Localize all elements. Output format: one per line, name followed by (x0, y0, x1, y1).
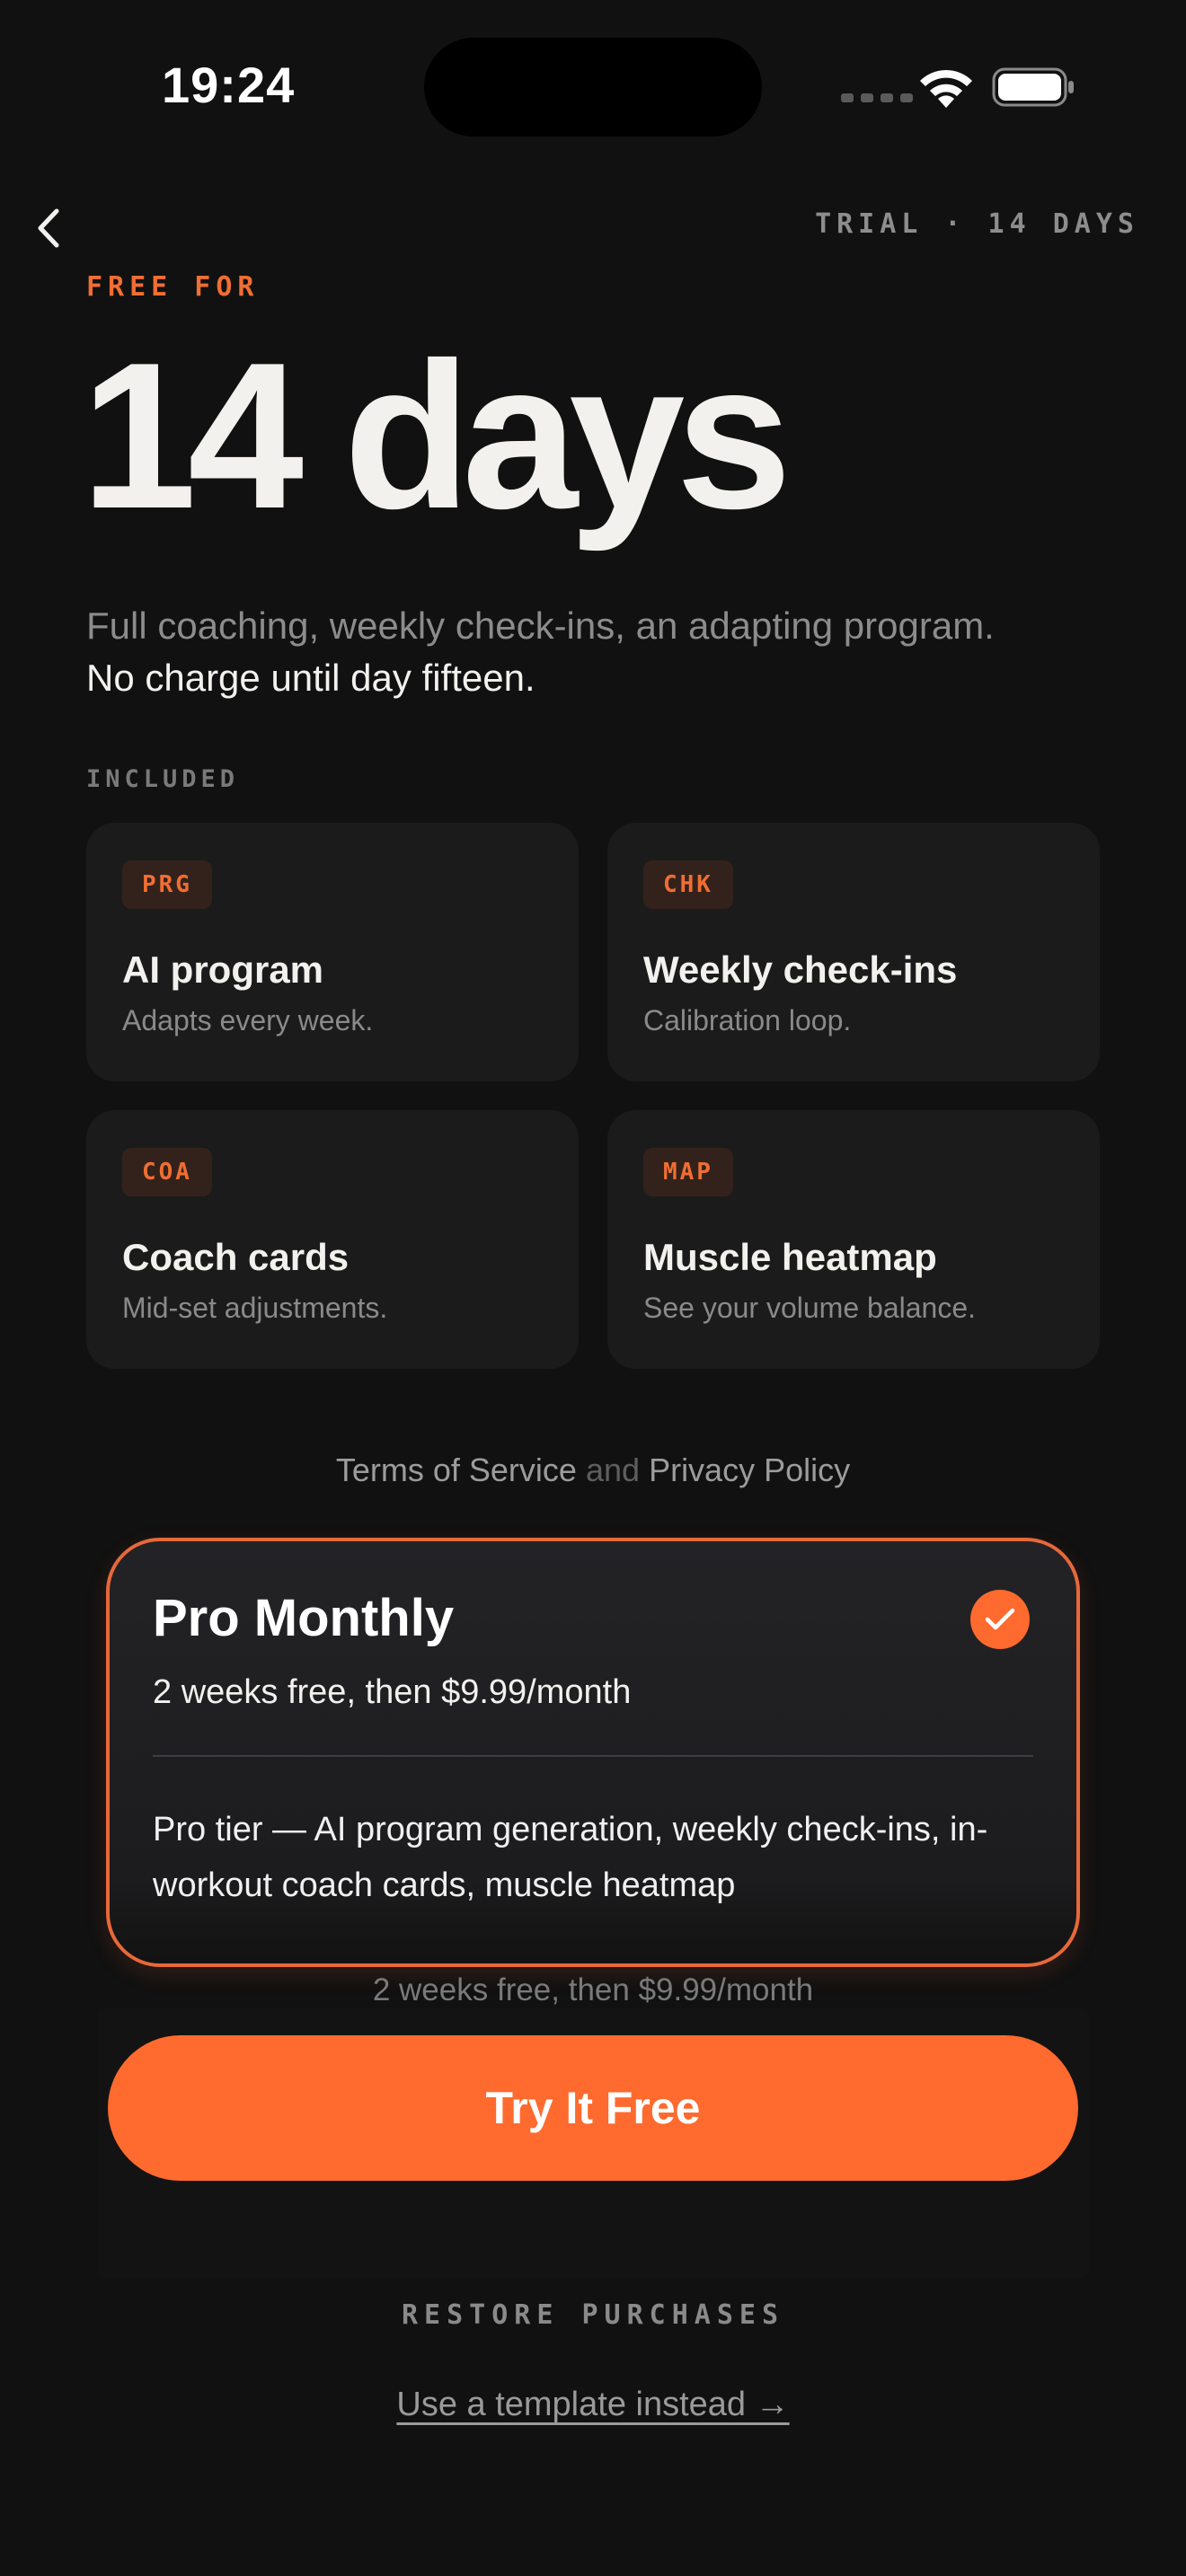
battery-icon (992, 67, 1074, 107)
restore-purchases-button[interactable]: RESTORE PURCHASES (0, 2299, 1186, 2331)
page-title: 14 days (81, 320, 792, 552)
chevron-left-icon (38, 208, 59, 248)
feature-title: AI program (122, 948, 324, 991)
feature-code: CHK (643, 860, 733, 909)
lede-text: Full coaching, weekly check-ins, an adap… (86, 600, 1039, 704)
feature-card-checkins: CHK Weekly check-ins Calibration loop. (607, 823, 1100, 1081)
feature-code: PRG (122, 860, 212, 909)
dynamic-island (424, 38, 762, 137)
legal-links: Terms of Service and Privacy Policy (0, 1451, 1186, 1489)
feature-title: Coach cards (122, 1236, 350, 1278)
feature-code: COA (122, 1148, 212, 1196)
plan-divider (153, 1755, 1033, 1757)
feature-code: MAP (643, 1148, 733, 1196)
included-grid: PRG AI program Adapts every week. CHK We… (86, 823, 1100, 1369)
feature-subtitle: Calibration loop. (643, 1004, 852, 1037)
price-note: 2 weeks free, then $9.99/month (372, 1972, 814, 2007)
lede-emphasis: No charge until day fifteen. (86, 657, 535, 699)
feature-card-heatmap: MAP Muscle heatmap See your volume balan… (607, 1110, 1100, 1369)
feature-title: Muscle heatmap (643, 1236, 937, 1278)
eyebrow-label: FREE FOR (86, 271, 260, 303)
plan-description: Pro tier — AI program generation, weekly… (153, 1811, 988, 1904)
wifi-icon (920, 69, 972, 108)
feature-card-program: PRG AI program Adapts every week. (86, 823, 579, 1081)
feature-title: Weekly check-ins (643, 948, 958, 991)
status-time: 19:24 (162, 57, 296, 113)
trial-tag: TRIAL · 14 DAYS (815, 208, 1139, 240)
lede-muted: Full coaching, weekly check-ins, an adap… (86, 604, 995, 647)
feature-subtitle: Mid-set adjustments. (122, 1292, 388, 1324)
feature-subtitle: See your volume balance. (643, 1292, 976, 1324)
terms-link[interactable]: Terms of Service (336, 1451, 577, 1488)
back-button[interactable] (23, 203, 74, 253)
cellular-signal-icon (841, 93, 913, 102)
try-it-free-button[interactable]: Try It Free (108, 2035, 1078, 2181)
legal-and: and (585, 1451, 641, 1488)
plan-price: 2 weeks free, then $9.99/month (153, 1673, 632, 1711)
feature-card-coach: COA Coach cards Mid-set adjustments. (86, 1110, 579, 1369)
selected-check-icon (970, 1590, 1030, 1649)
plan-title: Pro Monthly (153, 1589, 455, 1647)
template-link-row: Use a template instead → (0, 2386, 1186, 2424)
plan-card-pro-monthly[interactable]: Pro Monthly 2 weeks free, then $9.99/mon… (106, 1538, 1080, 1967)
feature-subtitle: Adapts every week. (122, 1004, 374, 1037)
privacy-link[interactable]: Privacy Policy (649, 1451, 850, 1488)
use-template-link[interactable]: Use a template instead → (396, 2386, 789, 2423)
section-label-included: INCLUDED (86, 765, 240, 793)
